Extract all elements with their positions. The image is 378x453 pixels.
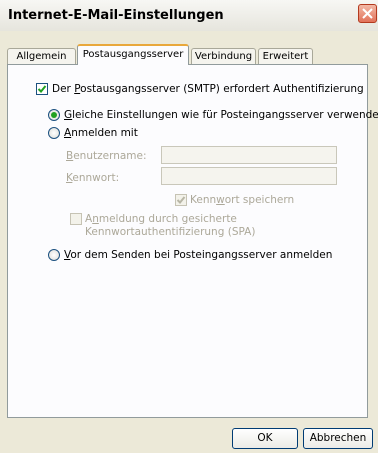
same-settings-rest: leiche Einstellungen wie für Posteingang…: [72, 109, 378, 121]
login-with-rest: nmelden mit: [71, 127, 138, 139]
save-password-rest: ort speichern: [224, 194, 295, 206]
tab-postausgangsserver[interactable]: Postausgangsserver: [77, 44, 189, 65]
same-settings-radio[interactable]: [48, 109, 60, 121]
tab-erweitert[interactable]: Erweitert: [258, 48, 313, 64]
tab-panel: Der Postausgangsserver (SMTP) erfordert …: [7, 64, 378, 418]
login-before-send-rest: or dem Senden bei Posteingangsserver anm…: [70, 249, 333, 261]
spa-rest: meldung durch gesicherte: [98, 213, 237, 225]
spa-checkbox[interactable]: [70, 213, 82, 225]
same-settings-label[interactable]: Gleiche Einstellungen wie für Posteingan…: [64, 109, 378, 121]
tab-verbindung[interactable]: Verbindung: [191, 48, 256, 64]
password-input[interactable]: [161, 167, 337, 185]
smtp-auth-label-rest: ostausgangsserver (SMTP) erfordert Authe…: [80, 83, 364, 95]
password-label: Kennwort:: [66, 172, 119, 184]
login-before-send-radio[interactable]: [48, 249, 60, 261]
save-password-checkbox[interactable]: [175, 194, 187, 206]
radio-selected-dot: [51, 112, 57, 118]
smtp-auth-label[interactable]: Der Postausgangsserver (SMTP) erfordert …: [52, 83, 364, 95]
login-with-label[interactable]: Anmelden mit: [64, 127, 138, 139]
spa-mnemonic: n: [92, 213, 99, 225]
username-rest: enutzername:: [73, 150, 147, 162]
smtp-auth-checkbox[interactable]: [36, 83, 48, 95]
close-icon: [362, 8, 373, 19]
save-password-label[interactable]: Kennwort speichern: [190, 194, 294, 206]
login-with-radio[interactable]: [48, 127, 60, 139]
save-password-mnemonic: w: [216, 194, 225, 206]
username-input[interactable]: [161, 146, 337, 164]
dialog-window: Internet-E-Mail-Einstellungen Allgemein …: [0, 0, 378, 453]
password-rest: ennwort:: [72, 172, 120, 184]
dialog-title: Internet-E-Mail-Einstellungen: [8, 8, 224, 23]
login-before-send-label[interactable]: Vor dem Senden bei Posteingangsserver an…: [64, 249, 332, 261]
title-bar[interactable]: Internet-E-Mail-Einstellungen: [0, 0, 378, 31]
spa-label-line1[interactable]: Anmeldung durch gesicherte: [85, 213, 237, 225]
same-settings-mnemonic: G: [64, 109, 73, 121]
smtp-auth-label-prefix: Der: [52, 83, 75, 95]
close-button[interactable]: [358, 4, 377, 23]
save-password-prefix: Kenn: [190, 194, 217, 206]
ok-button[interactable]: OK: [232, 428, 298, 449]
tab-allgemein[interactable]: Allgemein: [7, 48, 76, 64]
cancel-button[interactable]: Abbrechen: [303, 428, 373, 449]
username-label: Benutzername:: [66, 150, 147, 162]
checkmark-icon: [37, 85, 47, 93]
checkmark-icon: [176, 196, 186, 204]
spa-label-line2: Kennwortauthentifizierung (SPA): [85, 226, 256, 238]
